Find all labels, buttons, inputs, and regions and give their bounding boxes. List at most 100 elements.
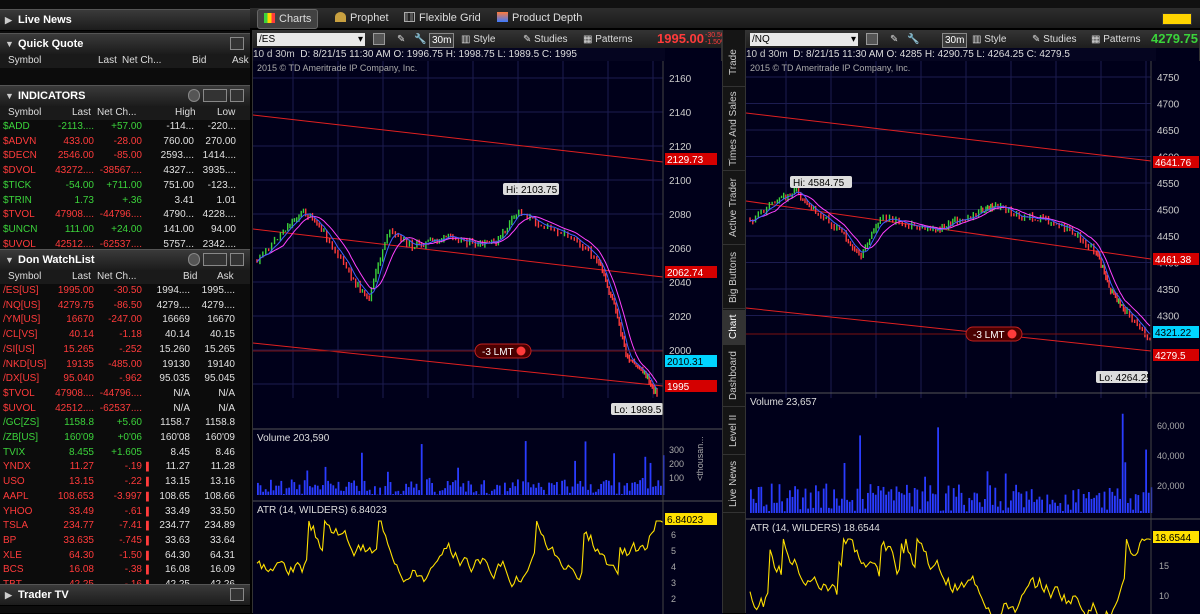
table-row[interactable]: $DECN2546.00-85.002593....1414.... [0, 149, 250, 164]
table-row[interactable]: /DX[US]95.040-.96295.03595.045 [0, 372, 250, 387]
cancel-order-icon[interactable] [1008, 330, 1017, 339]
menu-button[interactable] [230, 37, 244, 50]
table-row[interactable]: BP33.635-.74533.6333.64▌ [0, 534, 250, 549]
symbol-input[interactable]: /NQ▾ [750, 33, 858, 46]
table-row[interactable]: YHOO33.49-.6133.4933.50▌ [0, 505, 250, 520]
col-high[interactable]: High [175, 106, 196, 120]
table-row[interactable]: $TICK-54.00+711.00751.00-123... [0, 179, 250, 194]
prophet-subtab[interactable]: Prophet [335, 8, 389, 28]
interval-button[interactable]: 30m [942, 33, 967, 48]
side-tab-times-and-sales[interactable]: Times And Sales [723, 88, 745, 171]
patterns-button[interactable]: ▦ Patterns [583, 33, 632, 46]
settings-icon[interactable] [188, 253, 200, 266]
wrench-icon[interactable]: 🔧 [907, 33, 919, 46]
col-netch[interactable]: Net Ch... [97, 106, 136, 120]
dropdown-icon[interactable]: ▾ [358, 33, 363, 46]
flexible-grid-subtab[interactable]: Flexible Grid [404, 8, 481, 28]
menu-button[interactable] [230, 89, 244, 102]
product-depth-subtab[interactable]: Product Depth [497, 8, 582, 28]
table-row[interactable]: $TVOL47908....-44796....4790...4228.... [0, 208, 250, 223]
bid-cell: 760.00 [148, 135, 194, 150]
table-row[interactable]: USO13.15-.2213.1513.16▌ [0, 475, 250, 490]
col-last[interactable]: Last [72, 270, 91, 284]
table-row[interactable]: $TRIN1.73+.363.411.01 [0, 194, 250, 209]
col-netch[interactable]: Net Ch... [122, 54, 161, 68]
charts-subtab[interactable]: Charts [257, 9, 318, 29]
indicators-header[interactable]: ▼ INDICATORS [0, 85, 250, 107]
studies-button[interactable]: ✎ Studies [523, 33, 568, 46]
drawing-tool-icon[interactable]: ✎ [890, 33, 898, 46]
chart-es-canvas[interactable]: 2160214021202100208020602040202020001980… [253, 61, 723, 614]
link-arrows-icon[interactable] [203, 89, 227, 102]
col-symbol[interactable]: Symbol [8, 270, 41, 284]
table-row[interactable]: /GC[ZS]1158.8+5.601158.71158.8 [0, 416, 250, 431]
expand-icon[interactable]: ▼ [5, 86, 14, 106]
chart-settings-icon[interactable] [373, 33, 385, 45]
col-low[interactable]: Low [217, 106, 235, 120]
table-row[interactable]: $DVOL43272....-38567....4327...3935.... [0, 164, 250, 179]
side-tab-trade[interactable]: Trade [723, 38, 745, 87]
side-tab-dashboard[interactable]: Dashboard [723, 346, 745, 407]
table-row[interactable]: AAPL108.653-3.997108.65108.66▌ [0, 490, 250, 505]
col-symbol[interactable]: Symbol [8, 54, 41, 68]
col-ask[interactable]: Ask [217, 270, 234, 284]
style-button[interactable]: ▥ Style [461, 33, 495, 46]
live-news-header[interactable]: ▶ Live News [0, 9, 250, 31]
side-tab-big-buttons[interactable]: Big Buttons [723, 246, 745, 309]
table-row[interactable]: /NQ[US]4279.75-86.504279....4279.... [0, 299, 250, 314]
table-row[interactable]: $UNCN111.00+24.00141.0094.00 [0, 223, 250, 238]
style-button[interactable]: ▥ Style [972, 33, 1006, 46]
studies-button[interactable]: ✎ Studies [1032, 33, 1077, 46]
wrench-icon[interactable]: 🔧 [414, 33, 426, 46]
side-tab-active-trader[interactable]: Active Trader [723, 172, 745, 245]
patterns-button[interactable]: ▦ Patterns [1091, 33, 1140, 46]
col-bid[interactable]: Bid [192, 54, 206, 68]
chart-nq[interactable]: /NQ▾ ✎ 🔧 30m ▥ Style ✎ Studies ▦ Pattern… [745, 30, 1200, 613]
interval-button[interactable]: 30m [429, 33, 454, 48]
col-bid[interactable]: Bid [183, 270, 197, 284]
drawing-tool-icon[interactable]: ✎ [397, 33, 405, 46]
expand-icon[interactable]: ▼ [5, 250, 14, 270]
side-tab-level-ii[interactable]: Level II [723, 408, 745, 455]
side-tab-live-news[interactable]: Live News [723, 456, 745, 513]
table-row[interactable]: /ZB[US]160'09+0'06160'08160'09 [0, 431, 250, 446]
trader-tv-header[interactable]: ▶ Trader TV [0, 584, 250, 606]
col-last[interactable]: Last [72, 106, 91, 120]
collapse-icon[interactable]: ▶ [5, 585, 12, 605]
col-symbol[interactable]: Symbol [8, 106, 41, 120]
cancel-order-icon[interactable] [517, 347, 526, 356]
table-row[interactable]: /CL[VS]40.14-1.1840.1440.15 [0, 328, 250, 343]
volume-bar [314, 485, 316, 495]
table-row[interactable]: $TVOL47908....-44796....N/AN/A [0, 387, 250, 402]
table-row[interactable]: $ADVN433.00-28.00760.00270.00 [0, 135, 250, 150]
table-row[interactable]: YNDX11.27-.1911.2711.28▌ [0, 460, 250, 475]
symbol-input[interactable]: /ES▾ [257, 33, 365, 46]
table-row[interactable]: /ES[US]1995.00-30.501994....1995.... [0, 284, 250, 299]
table-row[interactable]: TSLA234.77-7.41234.77234.89▌ [0, 519, 250, 534]
expand-icon[interactable]: ▼ [5, 34, 14, 54]
table-row[interactable]: TVIX8.455+1.6058.458.46 [0, 446, 250, 461]
table-row[interactable]: $ADD-2113....+57.00-114...-220... [0, 120, 250, 135]
table-row[interactable]: /YM[US]16670-247.001666916670 [0, 313, 250, 328]
chart-settings-icon[interactable] [866, 33, 878, 45]
col-netch[interactable]: Net Ch... [97, 270, 136, 284]
table-row[interactable]: XLE64.30-1.5064.3064.31▌ [0, 549, 250, 564]
col-last[interactable]: Last [98, 54, 117, 68]
quick-quote-header[interactable]: ▼ Quick Quote [0, 33, 250, 55]
volume-bar [953, 488, 955, 513]
menu-button[interactable] [230, 588, 244, 601]
watchlist-header[interactable]: ▼ Don WatchList [0, 249, 250, 271]
side-tab-chart[interactable]: Chart [723, 310, 745, 345]
menu-button[interactable] [230, 253, 244, 266]
link-arrows-icon[interactable] [203, 253, 227, 266]
table-row[interactable]: BCS16.08-.3816.0816.09▌ [0, 563, 250, 578]
table-row[interactable]: $UVOL42512....-62537....N/AN/A [0, 402, 250, 417]
collapse-icon[interactable]: ▶ [5, 10, 12, 30]
settings-icon[interactable] [188, 89, 200, 102]
table-row[interactable]: /SI[US]15.265-.25215.26015.265 [0, 343, 250, 358]
col-ask[interactable]: Ask [232, 54, 249, 68]
dropdown-icon[interactable]: ▾ [851, 33, 856, 46]
table-row[interactable]: /NKD[US]19135-485.001913019140 [0, 358, 250, 373]
chart-es[interactable]: /ES▾ ✎ 🔧 30m ▥ Style ✎ Studies ▦ Pattern… [252, 30, 722, 613]
chart-nq-canvas[interactable]: 4750470046504600455045004450440043504300… [746, 61, 1200, 614]
